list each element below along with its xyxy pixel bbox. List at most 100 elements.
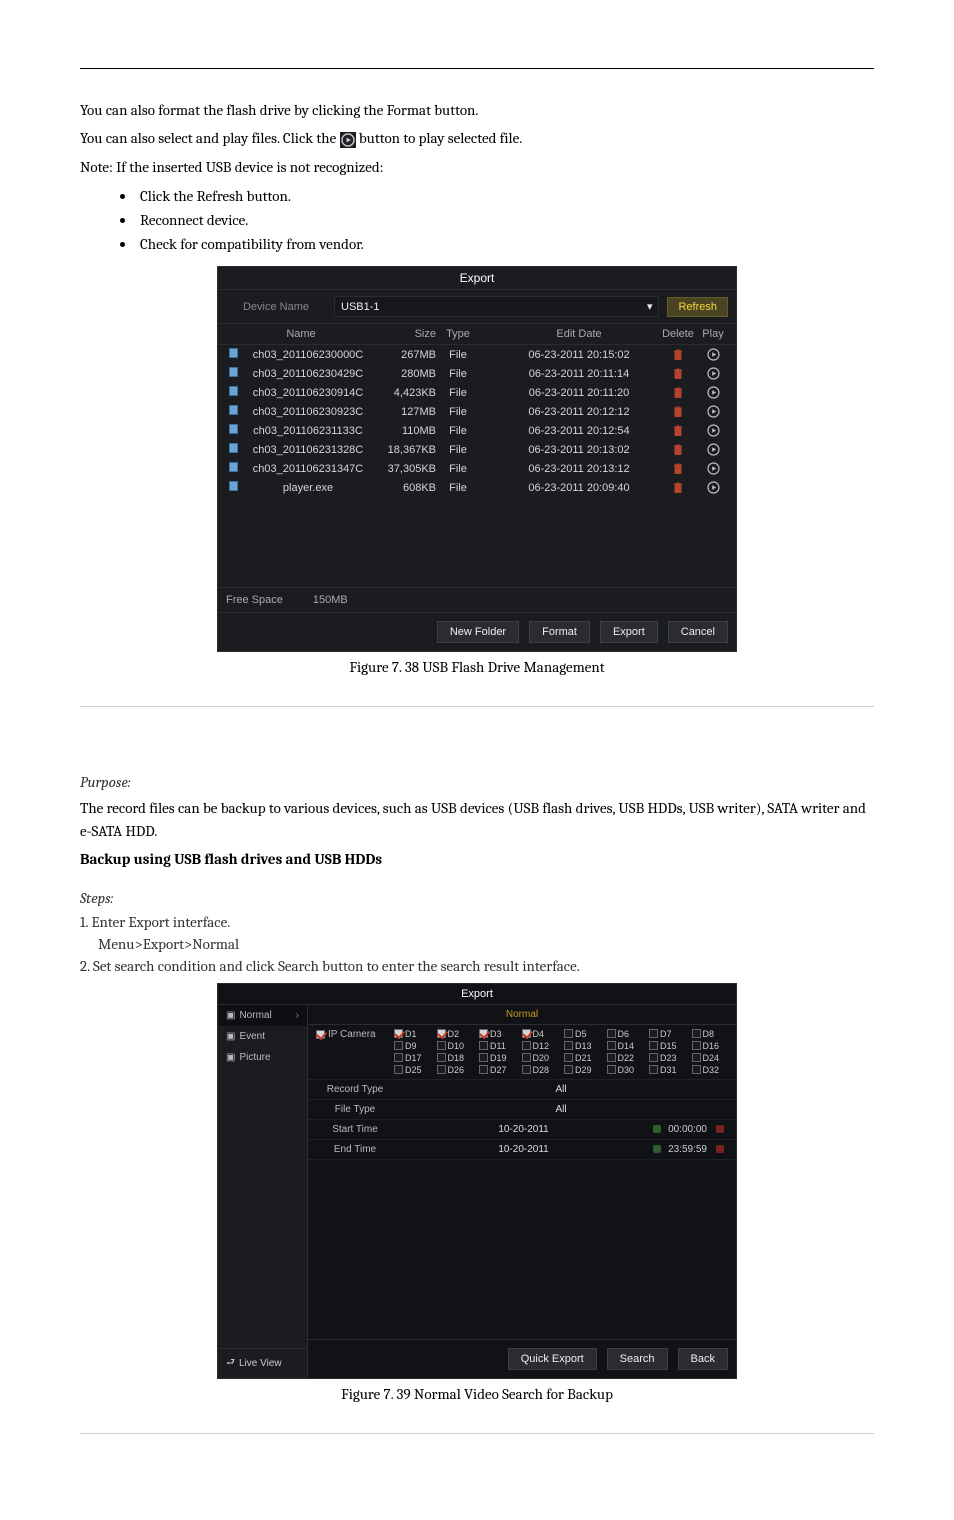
trash-icon[interactable] [672,405,684,417]
play-circle-icon[interactable] [707,443,720,455]
trash-icon[interactable] [672,443,684,455]
camera-checkbox[interactable]: D26 [437,1065,474,1075]
end-time-row: End Time 10-20-2011 23:59:59 [308,1140,736,1160]
camera-checkbox[interactable]: D20 [522,1053,559,1063]
refresh-button[interactable]: Refresh [667,297,728,317]
start-time-input[interactable]: 00:00:00 [668,1124,707,1135]
camera-checkbox[interactable]: D31 [649,1065,686,1075]
camera-checkbox[interactable]: D6 [607,1029,644,1039]
camera-label: D6 [618,1029,630,1039]
play-circle-icon[interactable] [707,348,720,360]
camera-checkbox[interactable]: D15 [649,1041,686,1051]
file-name: ch03_201106230914C [240,387,376,399]
play-circle-icon[interactable] [707,481,720,493]
end-date-input[interactable]: 10-20-2011 [394,1144,653,1155]
table-row[interactable]: ch03_201106231328C18,367KBFile06-23-2011… [218,440,736,459]
camera-checkbox[interactable]: D18 [437,1053,474,1063]
calendar-icon[interactable] [653,1125,661,1133]
trash-icon[interactable] [672,424,684,436]
camera-checkbox[interactable]: D10 [437,1041,474,1051]
sidebar-item-normal[interactable]: ▣ Normal › [218,1005,307,1026]
start-date-input[interactable]: 10-20-2011 [394,1124,653,1135]
device-select[interactable]: USB1-1 ▾ [334,296,659,317]
checkbox-icon [522,1041,531,1050]
chevron-down-icon: ▾ [647,300,653,313]
camera-checkbox[interactable]: D5 [564,1029,601,1039]
file-icon [229,443,238,453]
play-circle-icon[interactable] [707,367,720,379]
clock-icon[interactable] [716,1145,724,1153]
export-button[interactable]: Export [600,621,658,643]
sidebar-item-label: Picture [239,1052,270,1063]
table-row[interactable]: ch03_201106230923C127MBFile06-23-2011 20… [218,402,736,421]
camera-checkbox[interactable]: D1 [394,1029,431,1039]
format-button[interactable]: Format [529,621,590,643]
paragraph-format: You can also format the flash drive by c… [80,99,874,122]
search-button[interactable]: Search [607,1348,668,1370]
cancel-button[interactable]: Cancel [668,621,728,643]
camera-checkbox[interactable]: D4 [522,1029,559,1039]
camera-checkbox[interactable]: D3 [479,1029,516,1039]
camera-checkbox[interactable]: D9 [394,1041,431,1051]
camera-checkbox[interactable]: D27 [479,1065,516,1075]
camera-checkbox[interactable]: D19 [479,1053,516,1063]
camera-checkbox[interactable]: D8 [692,1029,729,1039]
camera-checkbox[interactable]: D12 [522,1041,559,1051]
calendar-icon[interactable] [653,1145,661,1153]
ip-camera-master-checkbox[interactable] [316,1030,325,1039]
camera-checkbox[interactable]: D13 [564,1041,601,1051]
file-type: File [436,482,476,494]
file-edit-date: 06-23-2011 20:11:20 [476,387,658,399]
camera-checkbox[interactable]: D16 [692,1041,729,1051]
camera-checkbox[interactable]: D32 [692,1065,729,1075]
quick-export-button[interactable]: Quick Export [508,1348,597,1370]
trash-icon[interactable] [672,462,684,474]
back-button[interactable]: Back [678,1348,728,1370]
camera-label: D16 [703,1041,720,1051]
table-row[interactable]: ch03_201106230000C267MBFile06-23-2011 20… [218,345,736,364]
table-row[interactable]: ch03_201106230429C280MBFile06-23-2011 20… [218,364,736,383]
camera-checkbox[interactable]: D14 [607,1041,644,1051]
camera-checkbox[interactable]: D11 [479,1041,516,1051]
end-time-input[interactable]: 23:59:59 [668,1144,707,1155]
camera-checkbox[interactable]: D28 [522,1065,559,1075]
new-folder-button[interactable]: New Folder [437,621,519,643]
free-space-value: 150MB [313,594,348,606]
camera-checkbox[interactable]: D7 [649,1029,686,1039]
play-circle-icon[interactable] [707,405,720,417]
play-circle-icon[interactable] [707,462,720,474]
table-row[interactable]: player.exe608KBFile06-23-2011 20:09:40 [218,478,736,497]
camera-checkbox[interactable]: D24 [692,1053,729,1063]
record-type-select[interactable]: All [394,1084,728,1095]
trash-icon[interactable] [672,481,684,493]
file-type-select[interactable]: All [394,1104,728,1115]
camera-checkbox[interactable]: D21 [564,1053,601,1063]
camera-checkbox[interactable]: D30 [607,1065,644,1075]
sidebar-item-event[interactable]: ▣ Event [218,1026,307,1047]
camera-checkbox[interactable]: D29 [564,1065,601,1075]
checkbox-icon [437,1041,446,1050]
sidebar-item-live-view[interactable]: ⮐ Live View [218,1348,307,1378]
tab-normal[interactable]: Normal [308,1005,736,1025]
camera-checkbox[interactable]: D2 [437,1029,474,1039]
camera-label: D5 [575,1029,587,1039]
table-row[interactable]: ch03_201106231347C37,305KBFile06-23-2011… [218,459,736,478]
table-row[interactable]: ch03_201106230914C4,423KBFile06-23-2011 … [218,383,736,402]
figure-export-dialog: Export Device Name USB1-1 ▾ Refresh Name… [80,266,874,676]
hdr-type: Type [436,328,476,340]
camera-checkbox[interactable]: D25 [394,1065,431,1075]
camera-label: D32 [703,1065,720,1075]
camera-checkbox[interactable]: D17 [394,1053,431,1063]
hdr-delete: Delete [658,328,698,340]
trash-icon[interactable] [672,367,684,379]
play-circle-icon[interactable] [707,386,720,398]
trash-icon[interactable] [672,348,684,360]
trash-icon[interactable] [672,386,684,398]
play-circle-icon[interactable] [707,424,720,436]
table-row[interactable]: ch03_201106231133C110MBFile06-23-2011 20… [218,421,736,440]
camera-checkbox[interactable]: D23 [649,1053,686,1063]
sidebar-item-picture[interactable]: ▣ Picture [218,1047,307,1068]
file-icon [229,367,238,377]
camera-checkbox[interactable]: D22 [607,1053,644,1063]
clock-icon[interactable] [716,1125,724,1133]
